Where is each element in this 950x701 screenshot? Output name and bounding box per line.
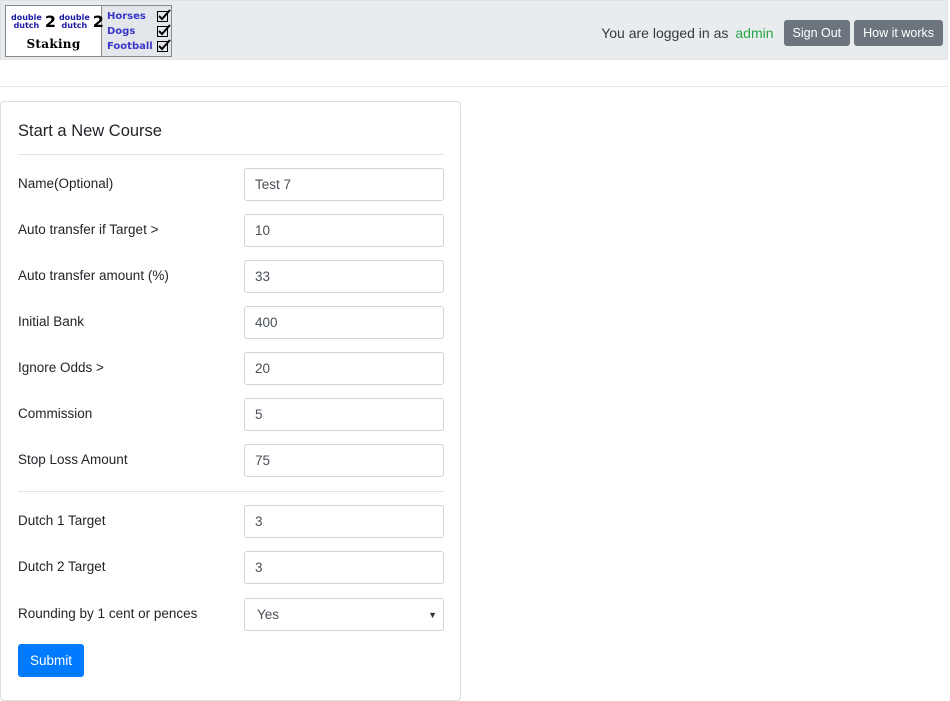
auto-transfer-amount-input[interactable] [244,260,444,293]
ignore-odds-input[interactable] [244,352,444,385]
dutch-2-target-label: Dutch 2 Target [18,559,106,574]
submit-button[interactable]: Submit [18,644,85,677]
logo-text: dutch [13,20,40,30]
site-logo[interactable]: double dutch 2 double dutch 2 Staking Ho… [5,5,172,57]
top-navbar: double dutch 2 double dutch 2 Staking Ho… [0,0,948,60]
logo-number: 2 [92,12,104,31]
section-divider [18,491,444,492]
form-row-auto-transfer-target: Auto transfer if Target > [18,214,444,247]
logo-text: dutch [61,20,88,30]
dutch-1-target-label: Dutch 1 Target [18,513,106,528]
form-row-name: Name(Optional) [18,168,444,201]
name-label: Name(Optional) [18,176,114,191]
logo-sport-dogs: Dogs [107,26,136,37]
ignore-odds-label: Ignore Odds > [18,360,104,375]
caret-down-icon: ▼ [428,609,437,620]
commission-label: Commission [18,406,93,421]
commission-input[interactable] [244,398,444,431]
auto-transfer-amount-label: Auto transfer amount (%) [18,268,169,283]
logo-sport-football: Football [107,41,153,52]
name-input[interactable] [244,168,444,201]
form-row-stop-loss: Stop Loss Amount [18,444,444,477]
dutch-2-target-input[interactable] [244,551,444,584]
title-divider [18,154,444,155]
form-row-dutch-2-target: Dutch 2 Target [18,551,444,584]
initial-bank-label: Initial Bank [18,314,85,329]
logged-in-label: You are logged in as [601,25,729,41]
logo-double-dutch: double dutch 2 double dutch 2 Staking [6,6,104,56]
logo-staking-text: Staking [26,37,81,51]
rounding-select[interactable]: Yes ▼ [244,598,444,631]
logo-sport-horses: Horses [107,11,146,22]
new-course-card: Start a New Course Name(Optional) Auto t… [0,101,461,701]
rounding-selected-value: Yes [257,607,280,622]
stop-loss-label: Stop Loss Amount [18,452,128,467]
sign-out-button[interactable]: Sign Out [783,20,851,46]
form-row-commission: Commission [18,398,444,431]
card-title: Start a New Course [18,122,162,140]
checkbox-checked-icon [157,9,171,22]
form-row-rounding: Rounding by 1 cent or pences Yes ▼ [18,598,444,631]
checkbox-checked-icon [157,39,171,52]
auto-transfer-target-label: Auto transfer if Target > [18,222,159,237]
form-row-ignore-odds: Ignore Odds > [18,352,444,385]
form-row-initial-bank: Initial Bank [18,306,444,339]
auto-transfer-target-input[interactable] [244,214,444,247]
logo-number: 2 [44,12,56,31]
stop-loss-input[interactable] [244,444,444,477]
header-divider [0,86,948,87]
checkbox-checked-icon [157,24,171,37]
login-status: You are logged in as admin Sign Out How … [601,20,943,46]
initial-bank-input[interactable] [244,306,444,339]
dutch-1-target-input[interactable] [244,505,444,538]
form-row-dutch-1-target: Dutch 1 Target [18,505,444,538]
how-it-works-button[interactable]: How it works [854,20,943,46]
username: admin [735,25,774,41]
logo-sports-list: Horses Dogs Football [102,6,171,56]
rounding-label: Rounding by 1 cent or pences [18,606,198,621]
form-row-auto-transfer-amount: Auto transfer amount (%) [18,260,444,293]
